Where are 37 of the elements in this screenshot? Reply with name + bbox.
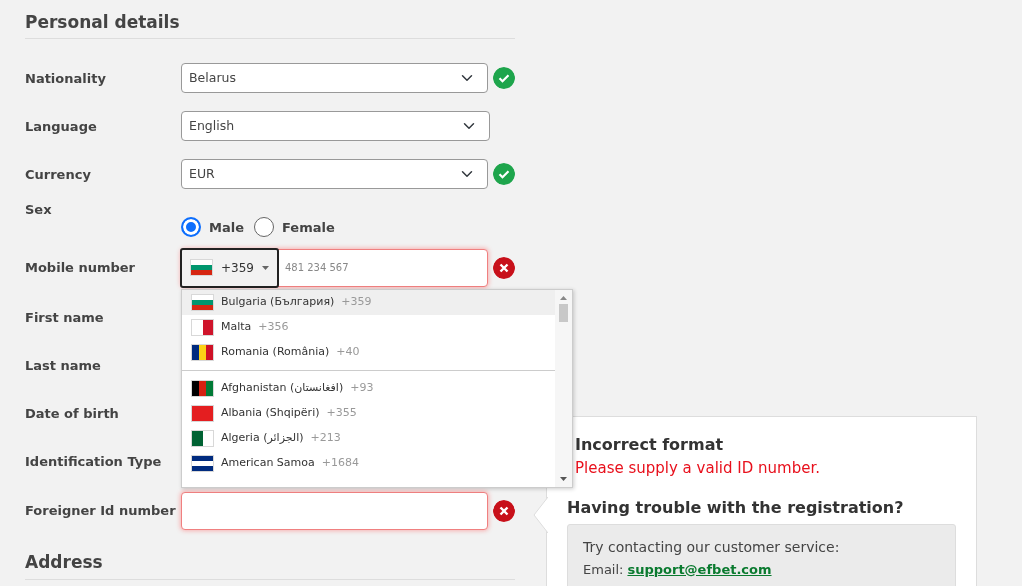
select-field[interactable]: Belarus <box>181 63 488 94</box>
help-text: Try contacting our customer service: <box>583 537 841 557</box>
field-label: Currency <box>25 165 92 184</box>
country-option[interactable]: Romania (România) +40 <box>182 339 555 365</box>
field-label: Mobile number <box>25 259 137 278</box>
country-code-button[interactable]: +359 <box>180 247 279 288</box>
email-link[interactable]: support@efbet.com <box>627 559 772 579</box>
country-option[interactable]: Bulgaria (България) +359 <box>182 289 555 315</box>
help-title: Having trouble with the registration? <box>567 496 905 519</box>
field-label: Date of birth <box>25 404 120 423</box>
error-message: Please supply a valid ID number. <box>575 458 821 479</box>
scroll-thumb[interactable] <box>559 303 568 322</box>
field-label: Identification Type <box>25 452 163 471</box>
section-heading: Address <box>25 536 515 580</box>
scroll-down-icon[interactable] <box>560 476 567 481</box>
scroll-up-icon[interactable] <box>560 295 567 300</box>
field-label: Nationality <box>25 69 107 88</box>
country-option[interactable]: American Samoa +1684 <box>182 450 555 476</box>
error-title: Incorrect format <box>575 434 725 456</box>
text-field[interactable] <box>181 491 488 530</box>
section-heading: Personal details <box>25 0 515 40</box>
field-label: Language <box>25 117 98 136</box>
field-label: Foreigner Id number <box>25 502 177 521</box>
scrollbar[interactable] <box>555 289 572 487</box>
field-label: Sex <box>25 201 53 220</box>
select-field[interactable]: English <box>181 111 490 142</box>
country-option[interactable]: Albania (Shqipëri) +355 <box>182 400 555 426</box>
field-label: Last name <box>25 356 102 375</box>
field-label: First name <box>25 308 105 327</box>
radio-button[interactable] <box>254 217 274 238</box>
select-field[interactable]: EUR <box>181 159 488 190</box>
radio-button[interactable] <box>181 217 201 238</box>
caret-icon <box>261 265 269 270</box>
radio-label: Male <box>209 218 244 237</box>
email-label: Email: <box>583 560 624 579</box>
country-option[interactable]: Malta +356 <box>182 314 555 340</box>
radio-label: Female <box>282 218 335 237</box>
